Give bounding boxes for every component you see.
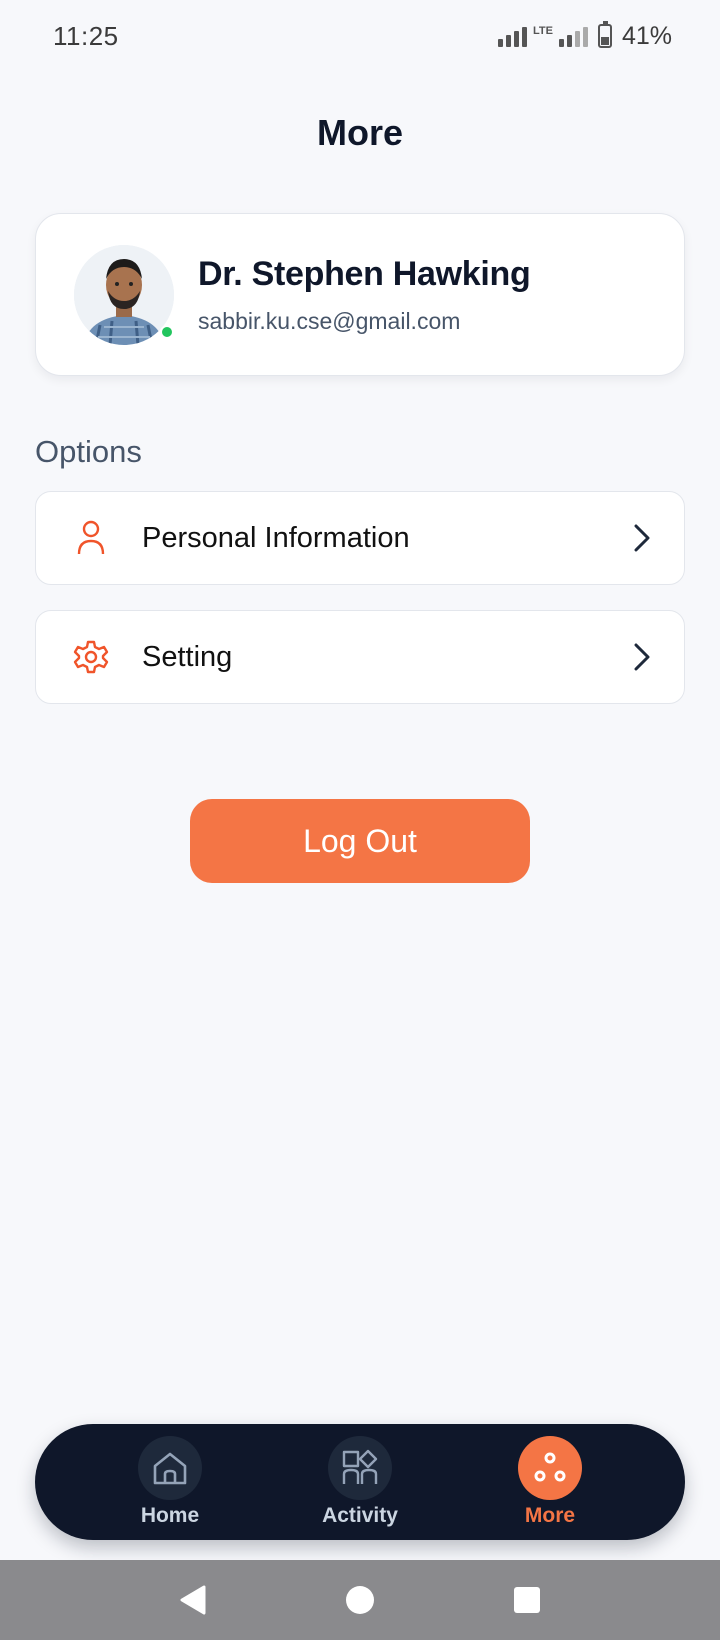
status-bar: 11:25 LTE 41% xyxy=(0,0,720,72)
nav-item-more[interactable]: More xyxy=(480,1436,620,1528)
profile-info: Dr. Stephen Hawking sabbir.ku.cse@gmail.… xyxy=(198,254,531,335)
option-label: Personal Information xyxy=(142,521,410,554)
back-icon[interactable] xyxy=(173,1580,213,1620)
option-setting[interactable]: Setting xyxy=(35,610,685,704)
network-type: LTE xyxy=(532,25,553,37)
nav-label: Activity xyxy=(322,1504,398,1527)
options-section-label: Options xyxy=(35,434,142,469)
profile-card[interactable]: Dr. Stephen Hawking sabbir.ku.cse@gmail.… xyxy=(35,213,685,376)
online-status-dot xyxy=(160,324,174,339)
chevron-right-icon xyxy=(628,641,654,673)
avatar-image xyxy=(74,244,174,345)
nav-label: More xyxy=(524,1504,576,1527)
signal-icon xyxy=(497,25,527,47)
profile-email: sabbir.ku.cse@gmail.com xyxy=(198,307,461,334)
chevron-right-icon xyxy=(628,522,654,554)
nav-label: Home xyxy=(140,1504,200,1527)
person-icon xyxy=(72,519,110,557)
nav-item-activity[interactable]: Activity xyxy=(290,1436,430,1528)
signal-icon-secondary xyxy=(558,25,588,47)
option-personal-information[interactable]: Personal Information xyxy=(35,491,685,585)
system-navigation-bar xyxy=(0,1560,720,1640)
option-label: Setting xyxy=(142,640,233,673)
activity-icon xyxy=(328,1436,392,1500)
more-icon xyxy=(518,1436,582,1500)
logout-button[interactable]: Log Out xyxy=(190,799,530,883)
gear-icon xyxy=(72,638,110,676)
status-indicators: LTE 41% xyxy=(497,21,672,51)
profile-name: Dr. Stephen Hawking xyxy=(198,254,531,293)
bottom-navigation: Home Activity More xyxy=(35,1424,685,1540)
status-time: 11:25 xyxy=(53,20,119,51)
home-circle-icon[interactable] xyxy=(340,1580,380,1620)
home-icon xyxy=(138,1436,202,1500)
page-title: More xyxy=(316,112,403,153)
nav-item-home[interactable]: Home xyxy=(100,1436,240,1528)
battery-percent: 41% xyxy=(621,21,672,50)
recents-icon[interactable] xyxy=(507,1580,547,1620)
battery-icon xyxy=(597,21,612,48)
avatar xyxy=(74,244,174,345)
